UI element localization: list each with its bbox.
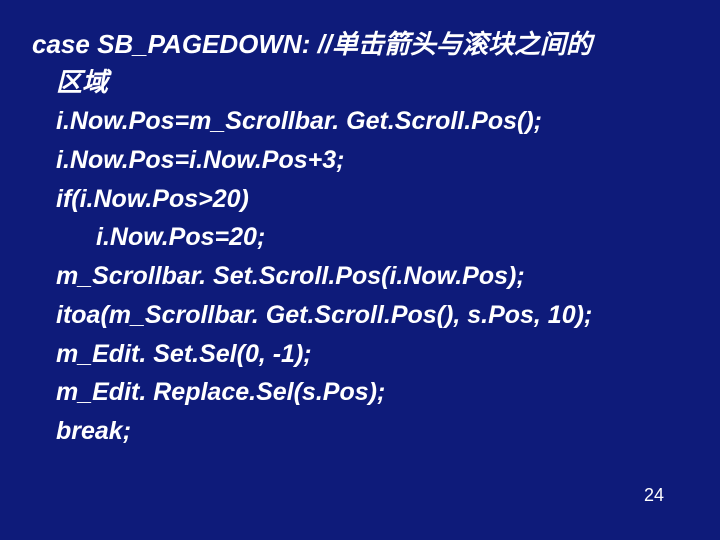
case-line: case SB_PAGEDOWN: //单击箭头与滚块之间的: [32, 28, 700, 62]
code-l4: i.Now.Pos=20;: [32, 218, 700, 257]
code-l5: m_Scrollbar. Set.Scroll.Pos(i.Now.Pos);: [32, 257, 700, 296]
comment-head: //单击箭头与滚块之间的: [310, 29, 592, 59]
code-block: case SB_PAGEDOWN: //单击箭头与滚块之间的 区域 i.Now.…: [20, 28, 700, 451]
code-l6: itoa(m_Scrollbar. Get.Scroll.Pos(), s.Po…: [32, 296, 700, 335]
code-l7: m_Edit. Set.Sel(0, -1);: [32, 335, 700, 374]
code-l9: break;: [32, 412, 700, 451]
code-l8: m_Edit. Replace.Sel(s.Pos);: [32, 373, 700, 412]
code-l2: i.Now.Pos=i.Now.Pos+3;: [32, 141, 700, 180]
page-number: 24: [644, 485, 664, 506]
code-l1: i.Now.Pos=m_Scrollbar. Get.Scroll.Pos();: [32, 102, 700, 141]
comment-tail: 区域: [32, 62, 700, 102]
slide: case SB_PAGEDOWN: //单击箭头与滚块之间的 区域 i.Now.…: [0, 0, 720, 540]
code-l3: if(i.Now.Pos>20): [32, 180, 700, 219]
case-label: case SB_PAGEDOWN:: [32, 29, 310, 59]
